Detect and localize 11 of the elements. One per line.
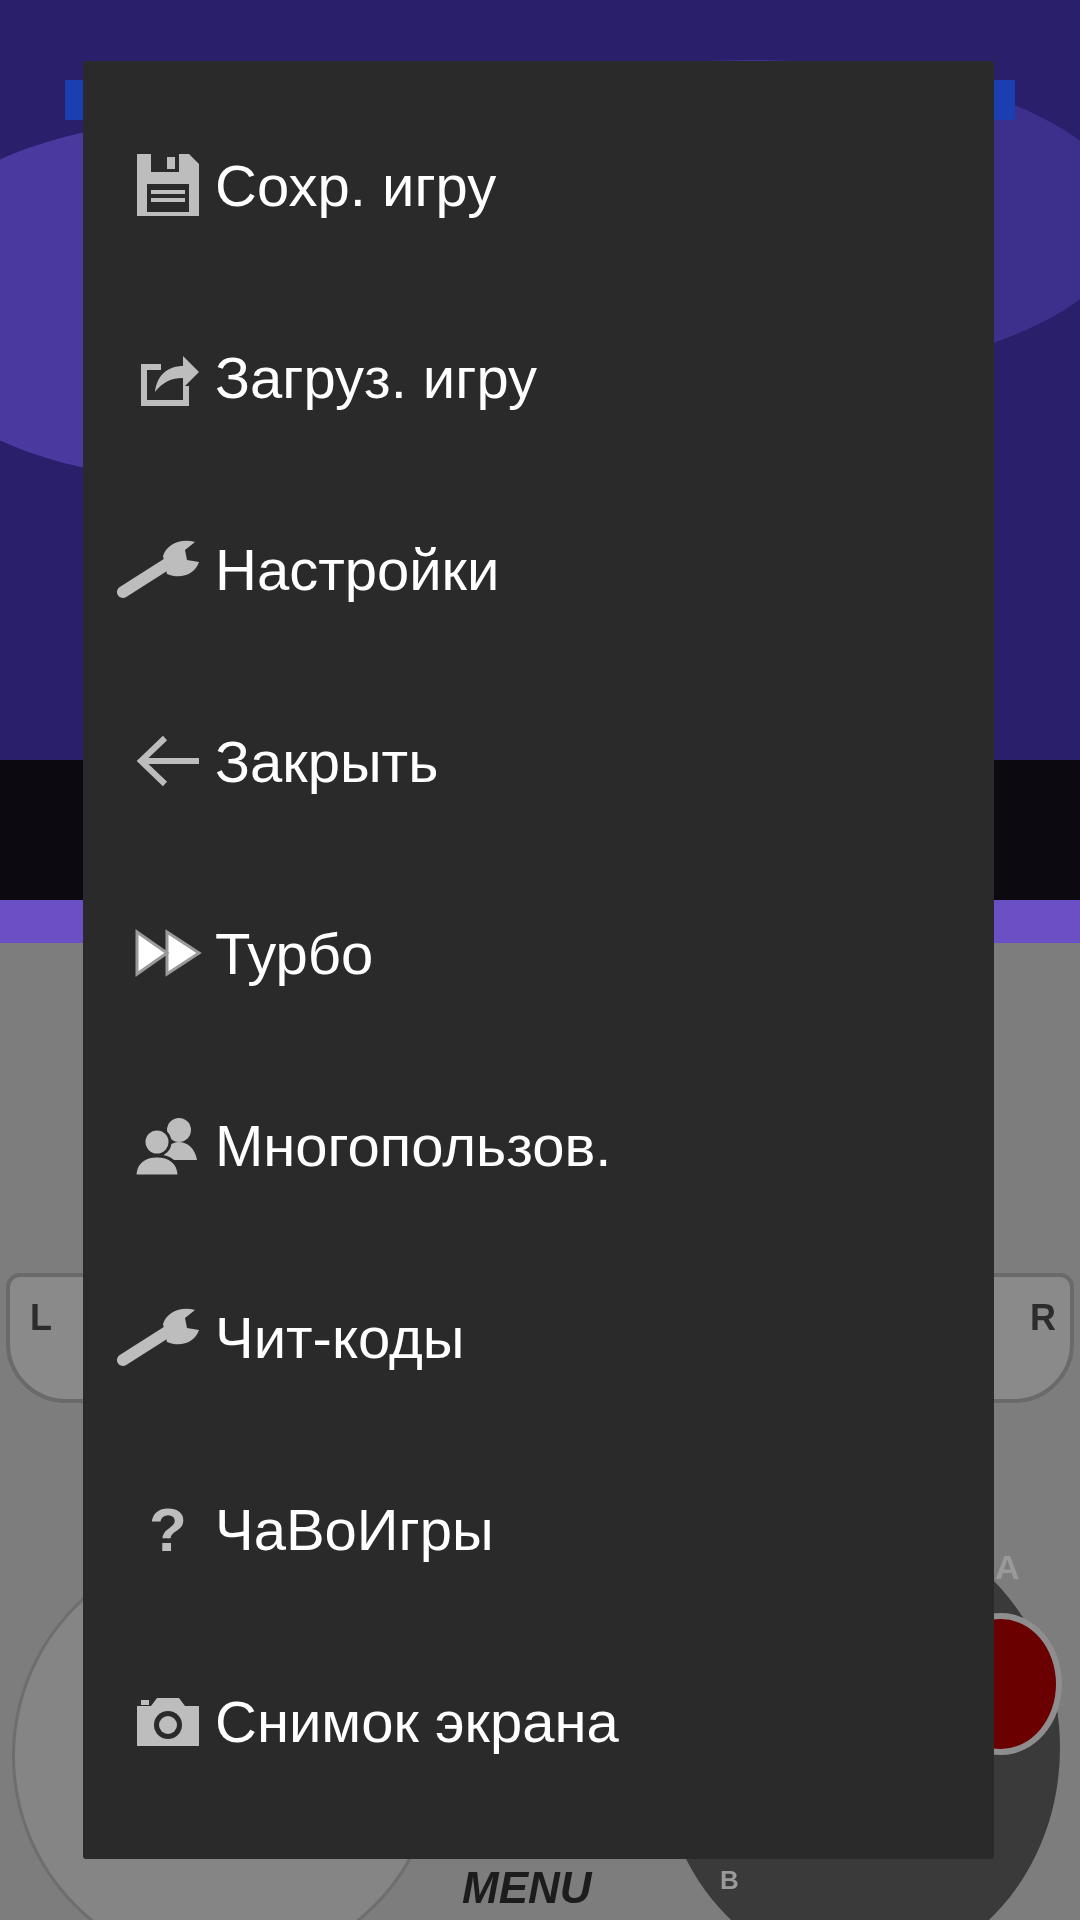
menu-item[interactable]: Многопользов. [83, 1049, 994, 1241]
button-label: B [720, 1865, 739, 1896]
menu-item[interactable]: Загруз. игру [83, 281, 994, 473]
menu-item[interactable]: Снимок экрана [83, 1625, 994, 1817]
menu-item[interactable]: Настройки [83, 473, 994, 665]
question-mark-icon: ? [133, 1493, 203, 1565]
menu-item[interactable]: ? ЧаВоИгры [83, 1433, 994, 1625]
menu-item[interactable]: Турбо [83, 857, 994, 1049]
menu-item[interactable]: Закрыть [83, 665, 994, 857]
menu-label: MENU [462, 1863, 592, 1913]
menu-item[interactable]: Сохр. игру [83, 89, 994, 281]
